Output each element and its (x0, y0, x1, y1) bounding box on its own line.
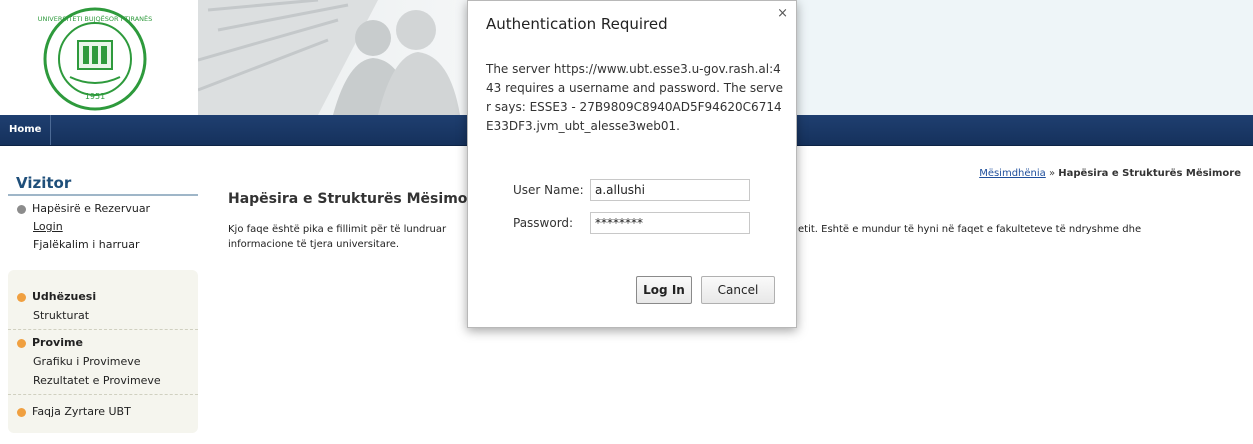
breadcrumb-link[interactable]: Mësimdhënia (979, 168, 1046, 179)
username-field[interactable]: a.allushi (590, 179, 750, 201)
logo-year: 1951 (85, 92, 105, 101)
bullet-icon (17, 338, 26, 348)
sidebar-item-faqja-zyrtare[interactable]: Faqja Zyrtare UBT (32, 403, 131, 421)
sidebar-item-rezultatet[interactable]: Rezultatet e Provimeve (8, 371, 198, 390)
cancel-button[interactable]: Cancel (701, 276, 775, 304)
sidebar-section-udhezuesi: Udhëzuesi Strukturat (8, 284, 198, 330)
sidebar-section-provime: Provime Grafiku i Provimeve Rezultatet e… (8, 330, 198, 395)
intro-text-left: Kjo faqe është pika e fillimit për të lu… (228, 224, 447, 235)
sidebar-section-faqja: Faqja Zyrtare UBT (8, 395, 198, 427)
bullet-icon (17, 292, 26, 302)
intro-text-right: etit. Eshtë e mundur të hyni në faqet e … (798, 224, 1142, 235)
forgot-password-link[interactable]: Fjalëkalim i harruar (33, 238, 140, 251)
breadcrumb-current: Hapësira e Strukturës Mësimore (1058, 168, 1241, 179)
dialog-title: Authentication Required (486, 15, 668, 33)
sidebar: Vizitor Hapësirë e Rezervuar Login Fjalë… (8, 165, 198, 433)
nav-home-link[interactable]: Home (0, 115, 52, 145)
header-banner-right (798, 0, 1253, 115)
username-label: User Name: (513, 183, 584, 197)
page-title: Hapësira e Strukturës Mësimore (228, 191, 484, 207)
sidebar-menu-box: Udhëzuesi Strukturat Provime Grafiku i P… (8, 270, 198, 433)
sidebar-item-strukturat[interactable]: Strukturat (8, 306, 198, 325)
logo-area: 1951 UNIVERSITETI BUJQËSOR I TIRANËS (0, 0, 198, 115)
password-label: Password: (513, 216, 574, 230)
logo-text: UNIVERSITETI BUJQËSOR I TIRANËS (38, 14, 153, 23)
login-link[interactable]: Login (33, 220, 63, 233)
intro-text-line2: informacione të tjera universitare. (228, 239, 400, 250)
bullet-icon (17, 407, 26, 417)
university-seal-logo[interactable]: 1951 UNIVERSITETI BUJQËSOR I TIRANËS (32, 5, 158, 113)
reserved-area-heading: Hapësirë e Rezervuar (8, 200, 198, 218)
sidebar-item-grafiku[interactable]: Grafiku i Provimeve (8, 352, 198, 371)
log-in-button[interactable]: Log In (636, 276, 692, 304)
breadcrumb: Mësimdhënia » Hapësira e Strukturës Mësi… (979, 168, 1241, 179)
sidebar-title: Vizitor (16, 174, 72, 192)
dialog-message: The server https://www.ubt.esse3.u-gov.r… (486, 62, 783, 133)
section-title-udhezuesi[interactable]: Udhëzuesi (32, 288, 96, 306)
auth-dialog: × Authentication Required The server htt… (467, 0, 797, 328)
section-title-provime[interactable]: Provime (32, 334, 83, 352)
breadcrumb-separator: » (1048, 168, 1056, 179)
close-icon[interactable]: × (777, 7, 788, 21)
password-field[interactable]: ******** (590, 212, 750, 234)
bullet-icon (17, 204, 26, 214)
reserved-area-label: Hapësirë e Rezervuar (32, 202, 151, 215)
reserved-area-box: Hapësirë e Rezervuar Login Fjalëkalim i … (8, 196, 198, 260)
